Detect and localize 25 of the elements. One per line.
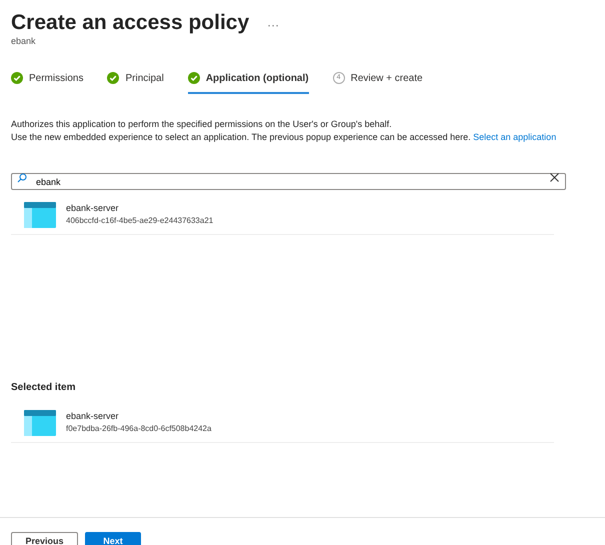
section-heading: Selected item: [11, 382, 76, 394]
app-id: 406bccfd-c16f-4be5-ae29-e24437633a21: [66, 215, 214, 228]
previous-button[interactable]: Previous: [11, 532, 78, 545]
result-row[interactable]: ebank-server 406bccfd-c16f-4be5-ae29-e24437633a21: [11, 194, 554, 235]
description-text: Use the new embedded experience to select an application. The previous popup experience can be accessed here. Select an application: [11, 131, 558, 144]
application-icon: [24, 202, 56, 228]
more-button[interactable]: ···: [267, 16, 280, 34]
description-text: Authorizes this application to perform the specified permissions on the User's or Group's behalf.: [11, 118, 393, 131]
check-icon: [188, 72, 200, 84]
page-title: Create an access policy: [11, 10, 250, 36]
app-name: ebank-server: [66, 410, 120, 423]
wizard-tab[interactable]: Permissions: [11, 64, 84, 94]
search-icon: [17, 172, 27, 183]
subtitle: ebank: [11, 35, 37, 48]
app-id: f0e7bdba-26fb-496a-8cd0-6cf508b4242a: [66, 423, 212, 436]
select-application-link[interactable]: Select an application: [473, 132, 556, 142]
wizard-tab[interactable]: Principal: [107, 64, 164, 94]
app-name: ebank-server: [66, 202, 120, 215]
close-icon[interactable]: [550, 172, 559, 182]
search-field[interactable]: ebank: [11, 173, 566, 190]
next-button[interactable]: Next: [85, 532, 141, 545]
check-icon: [11, 72, 23, 84]
check-icon: [107, 72, 120, 84]
application-icon: [24, 410, 56, 436]
wizard-tab[interactable]: Application (optional): [188, 64, 309, 94]
